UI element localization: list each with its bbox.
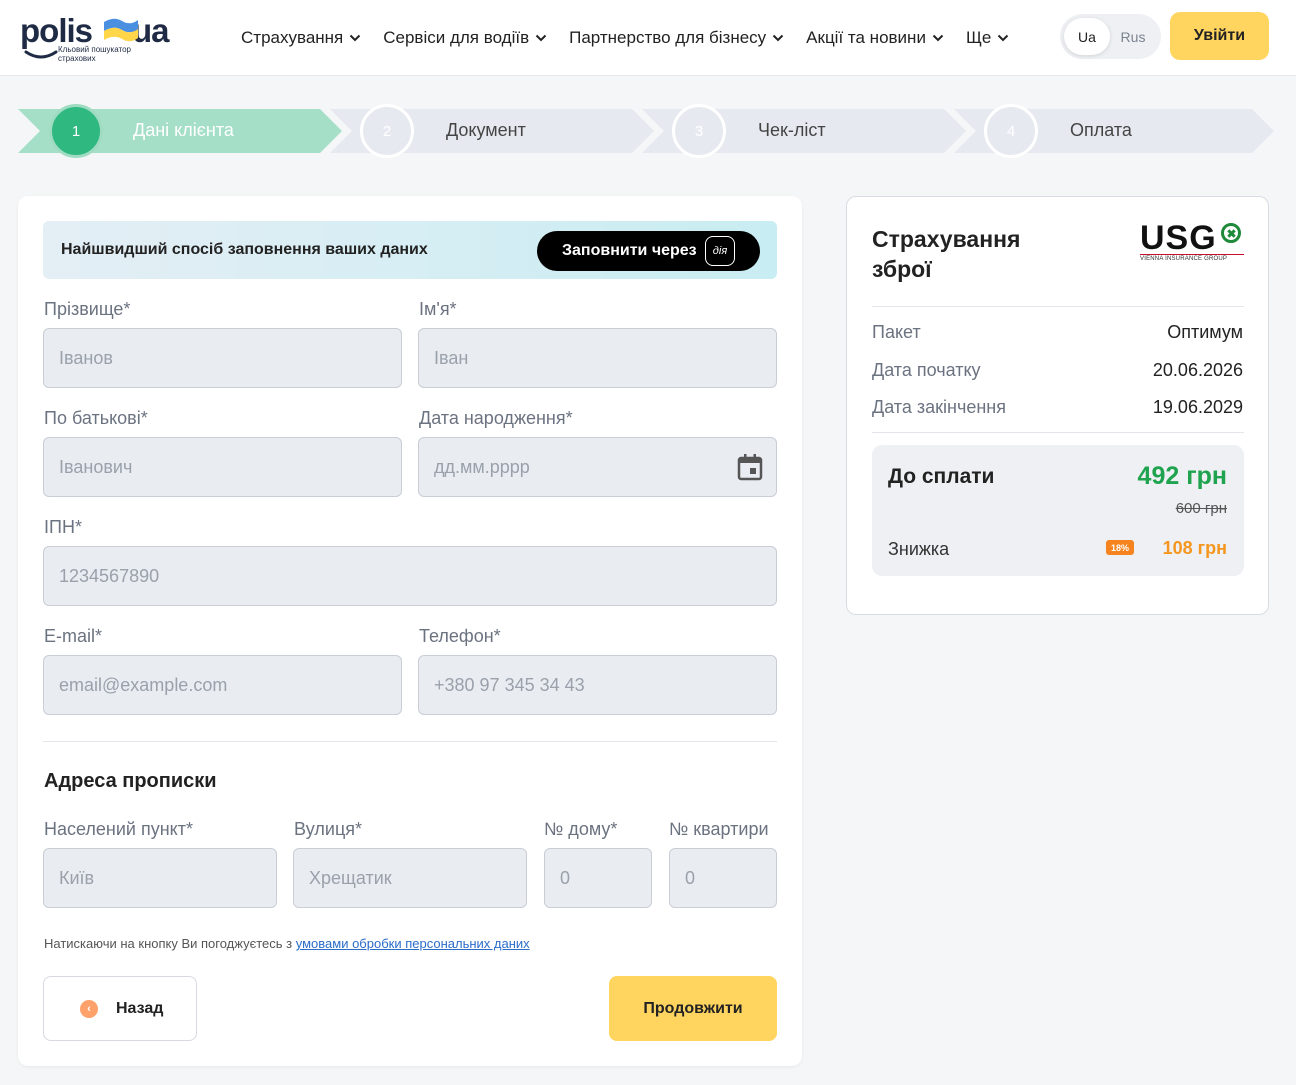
nav-label: Сервіси для водіїв	[383, 28, 530, 47]
patronymic-label: По батькові*	[44, 408, 148, 428]
consent-prefix: Натискаючи на кнопку Ви погоджуєтесь з	[44, 936, 296, 951]
ipn-input[interactable]	[43, 546, 777, 606]
step-number-2: 2	[360, 104, 414, 158]
usg-logo: USG VIENNA INSURANCE GROUP	[1140, 219, 1246, 265]
diia-button-label: Заповнити через	[562, 242, 697, 259]
nav-item-promotions-news[interactable]: Акції та новини	[806, 28, 944, 48]
logo-tagline: Кльовий пошукатор страхових	[58, 45, 131, 63]
name-label: Ім'я*	[419, 299, 457, 319]
diia-logo-icon: дія	[705, 236, 735, 266]
start-date-label: Дата початку	[872, 360, 981, 380]
login-button[interactable]: Увійти	[1170, 12, 1269, 60]
lang-option-rus[interactable]: Rus	[1110, 18, 1156, 55]
payment-box: До сплати 492 грн 600 грн Знижка 18% 108…	[872, 445, 1244, 576]
personal-data-terms-link[interactable]: умовами обробки персональних даних	[296, 936, 530, 951]
polis-ua-logo[interactable]: polis ua Кльовий пошукатор страхових	[20, 10, 180, 68]
step-number-1: 1	[49, 104, 103, 158]
section-divider	[43, 741, 777, 742]
logo-smile-icon	[24, 50, 58, 59]
street-label: Вулиця*	[294, 819, 363, 839]
chevron-down-icon	[998, 34, 1009, 42]
chevron-down-icon	[535, 34, 547, 42]
fill-via-diia-button[interactable]: Заповнити через дія	[537, 231, 760, 271]
ipn-label: ІПН*	[44, 517, 82, 537]
summary-title: Страхування зброї	[872, 226, 1021, 282]
discount-badge: 18%	[1106, 540, 1134, 555]
step-number-3: 3	[672, 104, 726, 158]
client-data-form: Найшвидший спосіб заповнення ваших даних…	[18, 196, 802, 1066]
step-label-3: Чек-ліст	[758, 120, 826, 140]
surname-label: Прізвище*	[44, 299, 131, 319]
calendar-icon[interactable]	[737, 453, 763, 481]
phone-label: Телефон*	[419, 626, 501, 646]
step-number-4: 4	[984, 104, 1038, 158]
order-summary: Страхування зброї USG VIENNA INSURANCE G…	[846, 196, 1269, 615]
street-input[interactable]	[293, 848, 527, 908]
language-switch: Ua Rus	[1060, 14, 1161, 59]
lang-option-ua[interactable]: Ua	[1064, 18, 1110, 55]
consent-text: Натискаючи на кнопку Ви погоджуєтесь з у…	[44, 936, 530, 951]
end-date-value: 19.06.2029	[1152, 397, 1243, 417]
surname-input[interactable]	[43, 328, 402, 388]
discount-label: Знижка	[888, 539, 950, 559]
chevron-down-icon	[772, 34, 784, 42]
main-nav: Страхування Сервіси для водіїв Партнерст…	[241, 0, 1031, 76]
phone-input[interactable]	[418, 655, 777, 715]
diia-banner: Найшвидший спосіб заповнення ваших даних…	[43, 221, 777, 279]
start-date-value: 20.06.2026	[1152, 360, 1243, 380]
back-button-label: Назад	[116, 1000, 164, 1017]
usg-emblem-icon	[1221, 223, 1241, 243]
summary-divider	[872, 432, 1244, 433]
email-label: E-mail*	[44, 626, 103, 646]
email-input[interactable]	[43, 655, 402, 715]
continue-button[interactable]: Продовжити	[609, 976, 777, 1041]
birthdate-label: Дата народження*	[419, 408, 573, 428]
usg-underline	[1140, 254, 1244, 255]
package-value: Оптимум	[1167, 322, 1243, 342]
birthdate-input[interactable]	[418, 437, 777, 497]
nav-item-business-partnership[interactable]: Партнерство для бізнесу	[569, 28, 784, 48]
apartment-label: № квартири	[669, 819, 769, 839]
patronymic-input[interactable]	[43, 437, 402, 497]
chevron-down-icon	[350, 34, 361, 42]
city-input[interactable]	[43, 848, 277, 908]
end-date-label: Дата закінчення	[872, 397, 1006, 417]
nav-label: Акції та новини	[806, 28, 926, 47]
city-label: Населений пункт*	[44, 819, 194, 839]
nav-item-more[interactable]: Ще	[966, 28, 1009, 48]
apartment-input[interactable]	[669, 848, 777, 908]
step-label-2: Документ	[446, 120, 526, 140]
nav-label: Ще	[965, 28, 992, 47]
nav-item-driver-services[interactable]: Сервіси для водіїв	[383, 28, 547, 48]
ukraine-flag-icon	[104, 18, 138, 42]
usg-wordmark: USG	[1140, 219, 1217, 257]
nav-item-insurance[interactable]: Страхування	[241, 28, 361, 48]
discount-value: 108 грн	[1162, 538, 1227, 558]
amount-due-label: До сплати	[888, 465, 995, 488]
header: polis ua Кльовий пошукатор страхових Стра…	[0, 0, 1296, 76]
nav-label: Страхування	[241, 28, 344, 47]
package-label: Пакет	[872, 322, 921, 342]
step-label-1: Дані клієнта	[133, 120, 234, 140]
chevron-down-icon	[932, 34, 944, 42]
old-price: 600 грн	[1175, 500, 1227, 517]
house-input[interactable]	[544, 848, 652, 908]
usg-subtitle: VIENNA INSURANCE GROUP	[1140, 256, 1228, 262]
summary-divider	[872, 306, 1244, 307]
address-section-title: Адреса прописки	[44, 770, 217, 792]
nav-label: Партнерство для бізнесу	[569, 28, 767, 47]
name-input[interactable]	[418, 328, 777, 388]
progress-stepper: 1 Дані клієнта 2 Документ 3 Чек-ліст 4 О…	[0, 96, 1296, 166]
diia-banner-text: Найшвидший спосіб заповнення ваших даних	[61, 241, 428, 258]
amount-due-price: 492 грн	[1137, 462, 1227, 490]
house-label: № дому*	[544, 819, 618, 839]
chevron-left-icon: ‹	[80, 1000, 98, 1018]
step-label-4: Оплата	[1070, 120, 1132, 140]
back-button[interactable]: ‹ Назад	[43, 976, 197, 1041]
